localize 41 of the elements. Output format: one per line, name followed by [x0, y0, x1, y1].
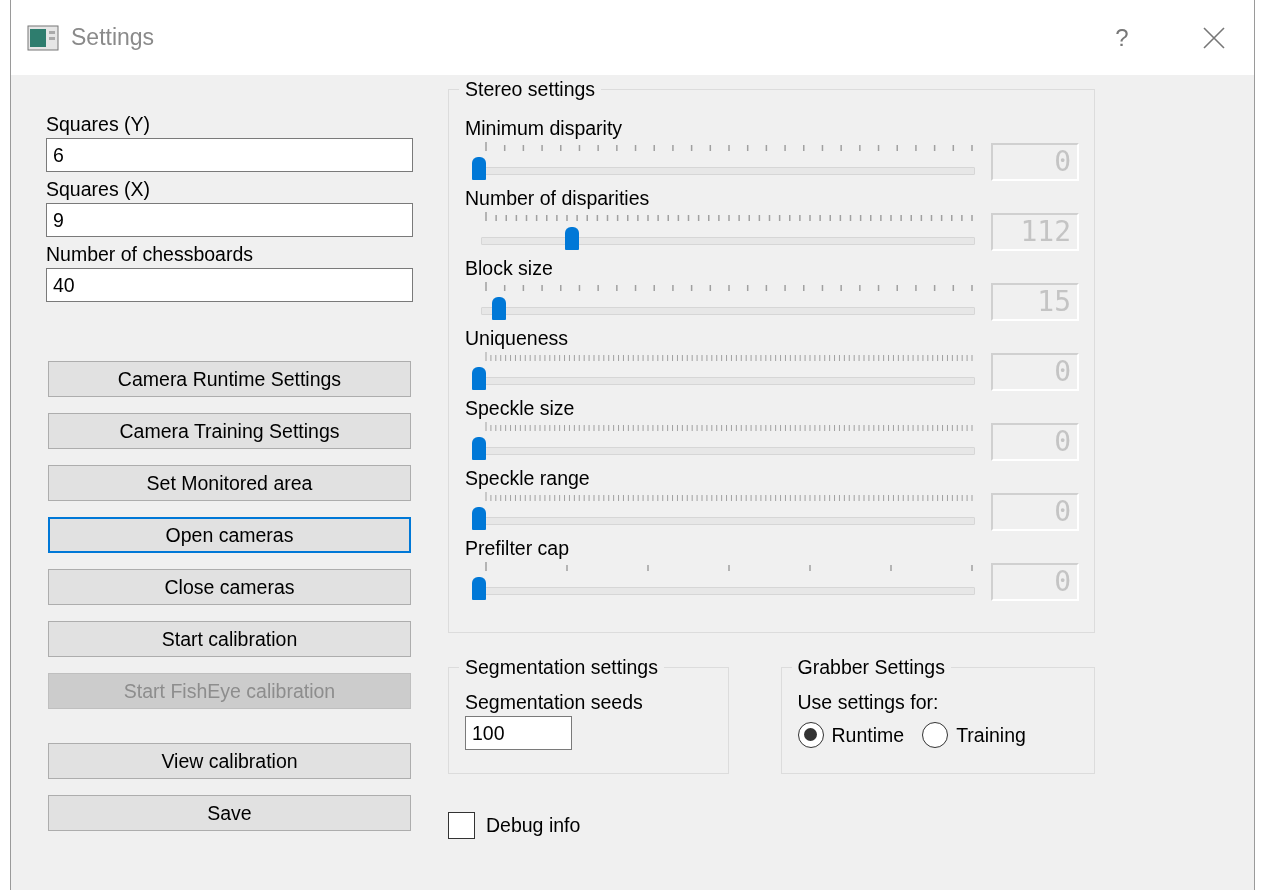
- close-icon[interactable]: [1202, 25, 1226, 50]
- radio-button[interactable]: [922, 722, 949, 748]
- checkbox-label: Debug info: [486, 814, 581, 837]
- action-button[interactable]: Start calibration: [48, 621, 411, 657]
- checkbox[interactable]: [448, 812, 475, 839]
- slider-thumb[interactable]: [491, 297, 506, 320]
- radio-label: Training: [956, 723, 1026, 747]
- input-field[interactable]: 100: [465, 716, 572, 750]
- slider-thumb[interactable]: [472, 367, 486, 390]
- input-field[interactable]: 9: [46, 203, 413, 237]
- radio-group-label: Use settings for:: [797, 690, 940, 715]
- field-label: Squares (X): [46, 177, 152, 202]
- slider-thumb[interactable]: [472, 437, 486, 460]
- action-button[interactable]: View calibration: [48, 743, 411, 779]
- action-button[interactable]: Open cameras: [48, 517, 411, 553]
- action-button[interactable]: Close cameras: [48, 569, 411, 605]
- input-field[interactable]: 6: [46, 138, 413, 172]
- slider-label: Number of disparities: [465, 186, 651, 211]
- field-label: Number of chessboards: [46, 242, 255, 267]
- action-button[interactable]: Camera Runtime Settings: [48, 361, 411, 397]
- field-label: Squares (Y): [46, 112, 152, 137]
- slider-label: Minimum disparity: [465, 116, 624, 141]
- input-field[interactable]: 40: [46, 268, 413, 302]
- slider-thumb[interactable]: [565, 227, 580, 250]
- action-button[interactable]: Save: [48, 795, 411, 831]
- window-title: Settings: [71, 24, 156, 51]
- slider-thumb[interactable]: [472, 157, 486, 180]
- action-button[interactable]: Set Monitored area: [48, 465, 411, 501]
- slider-label: Uniqueness: [465, 326, 569, 351]
- field-label: Segmentation seeds: [465, 690, 644, 715]
- help-button[interactable]: ?: [1102, 23, 1142, 52]
- slider-label: Speckle size: [465, 396, 576, 421]
- radio-button[interactable]: [797, 722, 824, 748]
- radio-label: Runtime: [831, 723, 905, 747]
- slider-label: Speckle range: [465, 466, 591, 491]
- app-icon: [27, 24, 59, 51]
- action-button[interactable]: Camera Training Settings: [48, 413, 411, 449]
- slider-label: Prefilter cap: [465, 536, 571, 561]
- slider-thumb[interactable]: [472, 507, 486, 530]
- slider-label: Block size: [465, 256, 554, 281]
- slider-thumb[interactable]: [472, 577, 486, 600]
